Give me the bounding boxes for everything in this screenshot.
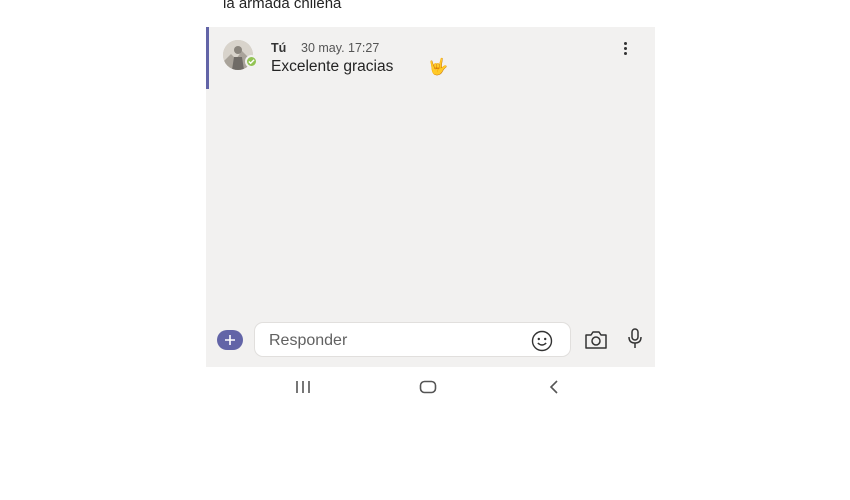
system-navigation-bar (206, 367, 655, 407)
reply-input[interactable] (267, 329, 521, 353)
message-timestamp: 30 may. 17:27 (301, 41, 380, 55)
microphone-icon[interactable] (626, 327, 644, 351)
available-check-icon (245, 55, 258, 68)
chat-area: Tú 30 may. 17:27 Excelente gracias 🤟 (206, 27, 655, 367)
add-attachment-button[interactable] (217, 330, 243, 350)
camera-icon[interactable] (584, 328, 608, 352)
recent-apps-icon[interactable] (294, 380, 312, 394)
reply-box[interactable] (254, 322, 571, 357)
back-icon[interactable] (547, 379, 561, 395)
home-icon[interactable] (419, 380, 437, 394)
message-accent-bar (206, 27, 209, 89)
smiley-icon[interactable] (531, 330, 553, 352)
message-sender: Tú (271, 41, 287, 55)
message-item[interactable]: Tú 30 may. 17:27 Excelente gracias 🤟 (206, 27, 655, 89)
previous-message-text: la armada chilena (223, 0, 342, 12)
plus-icon (225, 335, 235, 345)
composer (206, 318, 655, 367)
love-you-gesture-icon: 🤟 (428, 59, 448, 76)
more-vertical-icon[interactable] (617, 39, 633, 57)
message-text: Excelente gracias (271, 58, 394, 75)
